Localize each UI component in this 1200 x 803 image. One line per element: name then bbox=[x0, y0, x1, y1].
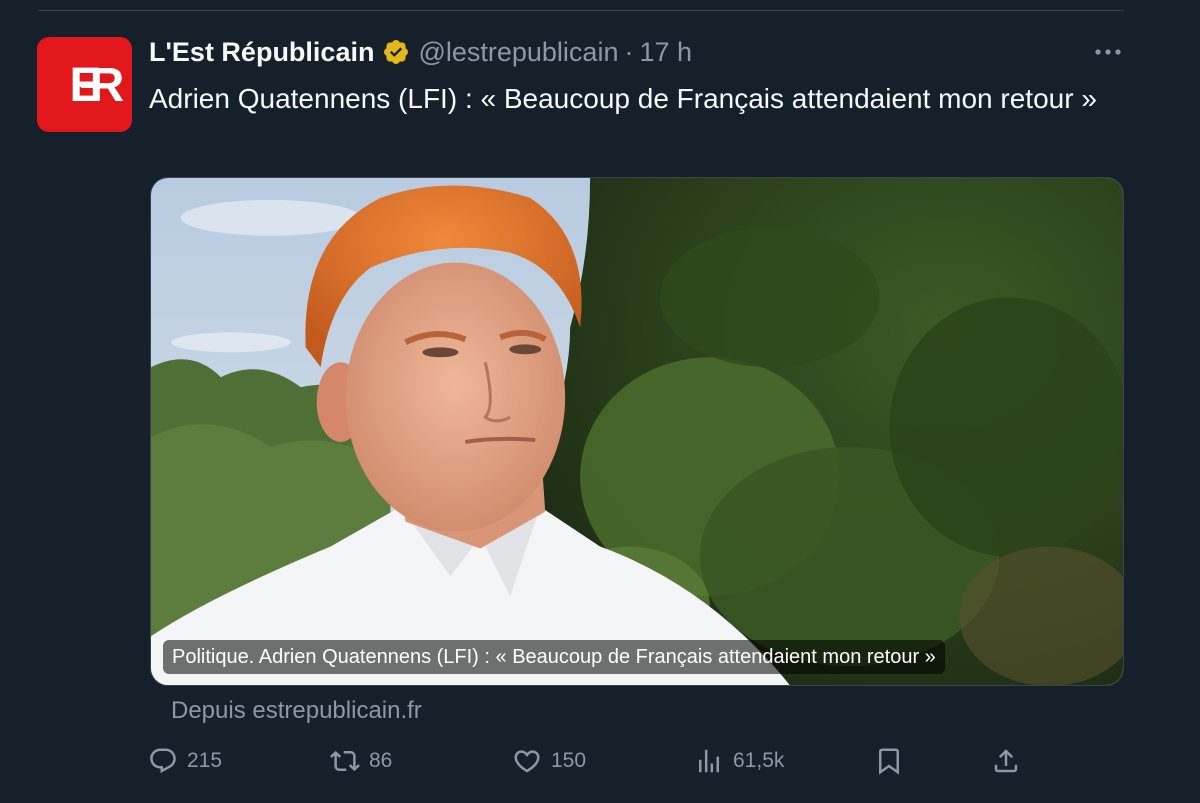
like-button[interactable]: 150 bbox=[512, 741, 586, 781]
tweet-text: Adrien Quatennens (LFI) : « Beaucoup de … bbox=[149, 83, 1097, 114]
reply-icon bbox=[150, 748, 176, 774]
card-source[interactable]: Depuis estrepublicain.fr bbox=[171, 697, 422, 725]
more-button[interactable] bbox=[1092, 40, 1124, 64]
verified-badge-icon bbox=[384, 40, 409, 64]
svg-text:R: R bbox=[90, 59, 125, 112]
repost-button[interactable]: 86 bbox=[330, 741, 392, 781]
reply-count: 215 bbox=[187, 749, 223, 772]
share-button[interactable] bbox=[991, 741, 1021, 781]
tweet-header: L'Est Républicain @lestrepublicain · 17 … bbox=[149, 32, 692, 72]
card-title: Politique. Adrien Quatennens (LFI) : « B… bbox=[163, 640, 945, 674]
action-bar: 215 86 150 61,5k bbox=[0, 741, 1200, 781]
link-card[interactable]: Politique. Adrien Quatennens (LFI) : « B… bbox=[150, 177, 1124, 686]
bookmark-button[interactable] bbox=[874, 741, 904, 781]
more-icon bbox=[1095, 49, 1121, 55]
repost-icon bbox=[330, 750, 360, 772]
card-photo bbox=[151, 178, 1123, 685]
share-icon bbox=[994, 749, 1018, 773]
views-button[interactable]: 61,5k bbox=[694, 741, 784, 781]
repost-count: 86 bbox=[369, 749, 393, 772]
timestamp[interactable]: 17 h bbox=[639, 37, 692, 68]
reply-button[interactable]: 215 bbox=[148, 741, 222, 781]
display-name[interactable]: L'Est Républicain bbox=[149, 37, 374, 68]
top-divider bbox=[38, 10, 1124, 11]
separator-dot: · bbox=[624, 36, 634, 67]
like-icon bbox=[514, 750, 540, 773]
avatar[interactable]: E R bbox=[37, 37, 132, 132]
views-count: 61,5k bbox=[733, 749, 785, 772]
handle[interactable]: @lestrepublicain bbox=[418, 37, 618, 68]
est-republicain-logo: E R bbox=[69, 59, 125, 112]
bookmark-icon bbox=[879, 748, 899, 775]
views-icon bbox=[699, 749, 719, 773]
like-count: 150 bbox=[551, 749, 587, 772]
